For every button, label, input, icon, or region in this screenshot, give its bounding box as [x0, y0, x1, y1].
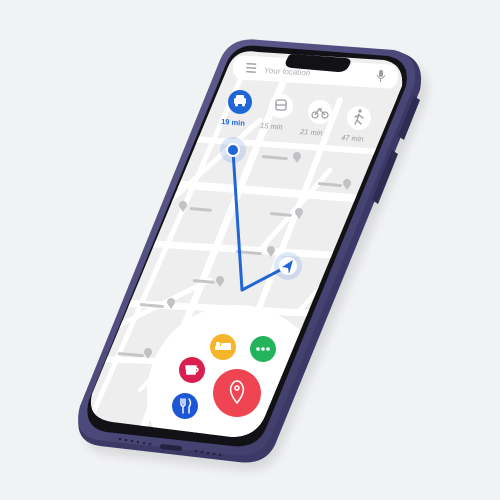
more-button[interactable] — [250, 336, 276, 362]
phone-illustration: Your location 19 min 15 min 21 min 47 mi… — [78, 39, 428, 471]
hotel-button[interactable] — [210, 334, 236, 360]
mode-time: 15 min — [260, 121, 283, 132]
mode-time: 19 min — [221, 117, 246, 128]
restaurant-button[interactable] — [172, 393, 198, 419]
route-start-dot[interactable] — [226, 143, 240, 157]
bed-icon — [215, 342, 231, 350]
screen: Your location 19 min 15 min 21 min 47 mi… — [90, 51, 403, 437]
more-dots-icon — [256, 347, 270, 351]
main-pin-button[interactable] — [213, 369, 261, 417]
cafe-button[interactable] — [179, 357, 205, 383]
phone-mockup: Your location 19 min 15 min 21 min 47 mi… — [0, 0, 500, 500]
mode-time: 21 min — [299, 127, 323, 138]
mode-time: 47 min — [341, 133, 364, 144]
menu-icon[interactable] — [245, 62, 257, 73]
